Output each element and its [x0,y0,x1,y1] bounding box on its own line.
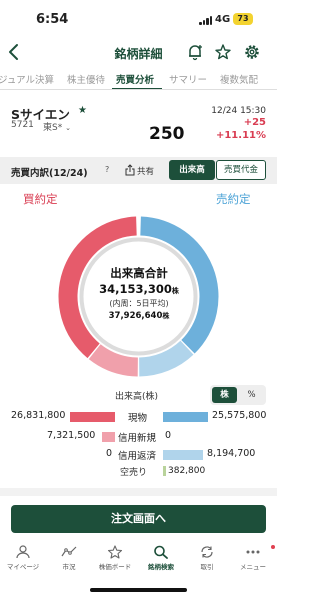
nav-mypage[interactable]: マイページ [0,539,46,571]
tab-multi-quotes[interactable]: 複数気配 [220,72,258,86]
short-sell-bar [163,466,166,476]
short-sell-label: 空売り [120,468,148,478]
nav-label: 株価ボード [98,563,132,571]
market-selector[interactable]: 東S* ⌄ [43,120,71,133]
tab-visual-results[interactable]: ジュアル決算 [0,72,54,86]
quote-datetime: 12/24 15:30 [211,106,266,116]
help-icon[interactable]: ? [105,165,109,174]
tab-shareholder-benefits[interactable]: 株主優待 [67,72,105,86]
page-title: 銘柄詳細 [114,47,163,61]
sell-bar-margin-close [163,450,203,460]
table-row-label: 信用返済 [118,451,157,462]
share-label[interactable]: 共有 [137,165,154,177]
network-label: 4G [215,14,231,25]
market-label: 東S* [43,123,63,133]
trading-value-toggle-button[interactable]: 売買代金 [216,160,266,180]
nav-label: メニュー [240,563,266,571]
sell-bar-spot [163,412,208,422]
five-day-avg-line: 37,926,640株 [79,311,199,321]
table-row-buy-value: 0 [106,448,113,459]
sell-legend-label: 売約定 [216,192,251,206]
table-row-buy-value: 26,831,800 [11,410,66,421]
tab-bar: ジュアル決算 株主優待 売買分析 サマリー 複数気配 [0,69,277,90]
table-row-sell-value: 8,194,700 [207,448,256,459]
nav-label: マイページ [6,563,40,571]
share-icon[interactable] [124,164,136,176]
signal-icon [199,16,213,25]
breakdown-title: 売買内訳(12/24) [11,168,88,179]
five-day-avg-label: (内周：5日平均) [109,299,169,308]
five-day-avg-value: 37,926,640 [108,311,163,321]
donut-center: 出来高合計 34,153,300株 (内周：5日平均) 37,926,640株 [79,265,199,321]
screen: 6:54 4G 73 銘柄詳細 ジュアル決算 株主優待 売買分析 サマリー 複数… [0,0,277,600]
unit-shares-button[interactable]: 株 [212,387,237,403]
status-time: 6:54 [36,12,69,27]
total-volume-value: 34,153,300 [99,282,172,296]
favorite-star-icon[interactable]: ★ [78,105,87,116]
table-row-label: 信用新規 [118,433,157,444]
tab-summary[interactable]: サマリー [169,72,207,86]
stock-code: 5721 [11,120,34,130]
battery-icon: 73 [233,13,253,25]
star-add-icon[interactable] [214,43,232,61]
nav-label: 取引 [200,563,214,571]
short-sell-value: 382,800 [168,466,206,476]
chevron-down-icon: ⌄ [65,124,71,132]
bottom-nav: マイページ 市況 株価ボード 銘柄検索 取引 メニュー [0,539,277,577]
stock-price: 250 [149,124,185,144]
order-screen-button[interactable]: 注文画面へ [11,505,266,533]
nav-stock-board[interactable]: 株価ボード [92,539,138,571]
table-row-sell-value: 0 [165,430,172,441]
home-indicator [90,588,187,592]
table-row-buy-value: 7,321,500 [47,430,96,441]
five-day-avg-unit: 株 [162,312,170,320]
total-volume-line: 34,153,300株 [79,282,199,296]
trade-icon [201,546,213,558]
total-volume-title: 出来高合計 [110,266,168,280]
buy-bar-margin-new [102,432,115,442]
nav-trade[interactable]: 取引 [184,539,230,571]
nav-label: 銘柄検索 [148,563,174,571]
nav-label: 市況 [62,563,76,571]
table-row-label: 現物 [128,413,148,424]
nav-market[interactable]: 市況 [46,539,92,571]
star-icon [107,545,123,559]
section-divider [0,488,277,496]
nav-stock-search[interactable]: 銘柄検索 [138,539,184,571]
status-bar: 6:54 4G 73 [0,0,277,40]
nav-header: 銘柄詳細 [0,40,277,68]
buy-legend-label: 買約定 [23,192,58,206]
unit-percent-button[interactable]: % [239,387,264,403]
search-icon [154,545,168,559]
menu-icon [246,550,260,554]
market-icon [61,546,77,557]
tab-trade-analysis[interactable]: 売買分析 [116,72,154,86]
breakdown-header: 売買内訳(12/24) ? 共有 出来高 売買代金 [0,157,277,184]
price-change-percent: +11.11% [215,130,266,141]
buy-bar-spot [70,412,115,422]
notification-dot [271,545,275,549]
total-volume-unit: 株 [171,287,179,295]
price-change: +25 [243,117,266,128]
nav-menu[interactable]: メニュー [230,539,276,571]
gear-icon[interactable] [243,43,261,61]
table-row-sell-value: 25,575,800 [212,410,267,421]
bell-add-icon[interactable] [186,43,204,61]
volume-toggle-button[interactable]: 出来高 [169,160,215,180]
person-icon [16,545,30,559]
active-tab-indicator [112,88,162,89]
volume-table-header: 出来高(株) [115,392,159,402]
unit-toggle: 株 % [210,385,266,405]
